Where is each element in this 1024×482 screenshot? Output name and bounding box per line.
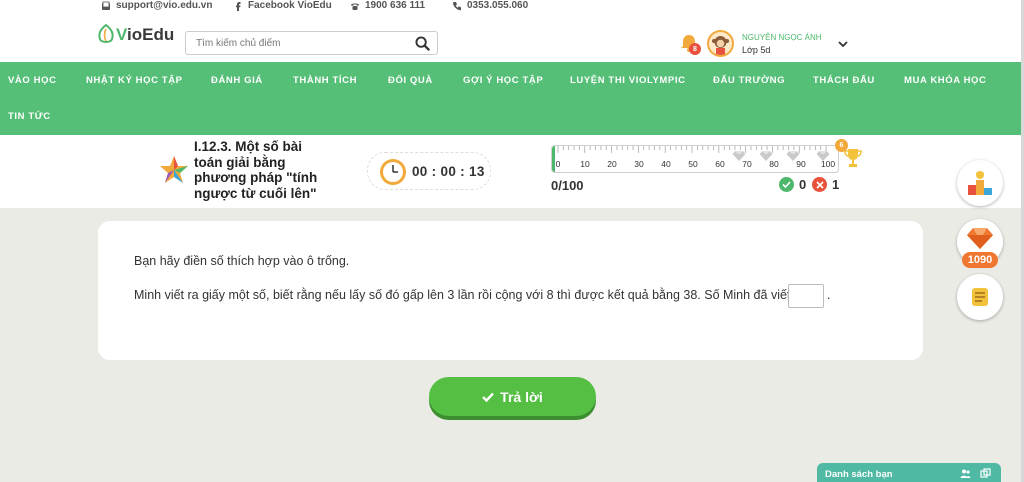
search-input[interactable]	[196, 33, 406, 53]
progress-tick-label: 0	[555, 159, 561, 169]
progress-tick-label: 50	[688, 159, 698, 169]
progress-bar: 6 0 10 20 30 40 50 60 70 80 90 100	[551, 139, 848, 173]
facebook-contact[interactable]: Facebook VioEdu	[233, 0, 332, 11]
nav-item-thach-dau[interactable]: THÁCH ĐẤU	[813, 75, 875, 86]
logo-text: VioEdu	[116, 25, 175, 44]
nav-item-tin-tuc[interactable]: TIN TỨC	[8, 111, 51, 122]
star-icon	[160, 156, 188, 183]
leaf-logo-icon	[98, 23, 114, 43]
main-nav: VÀO HỌC NHẬT KÝ HỌC TẬP ĐÁNH GIÁ THÀNH T…	[0, 62, 1021, 135]
lesson-info-bar: I.12.3. Một số bài toán giải bằng phương…	[0, 135, 1021, 208]
scroll-icon	[972, 288, 988, 306]
friends-list-label: Danh sách bạn	[825, 469, 893, 480]
diamond-icon	[967, 228, 993, 249]
progress-tick-label: 10	[580, 159, 590, 169]
notification-badge: 8	[689, 43, 701, 55]
leaderboard-button[interactable]	[957, 160, 1003, 206]
monkey-avatar-icon	[712, 36, 729, 55]
clock-icon	[380, 159, 406, 185]
nav-item-doi-qua[interactable]: ĐỔI QUÀ	[388, 75, 433, 86]
milestone-diamond-icon	[816, 151, 830, 161]
telephone-icon	[351, 3, 359, 10]
progress-tick-label: 30	[634, 159, 644, 169]
nav-item-luyen-thi-violympic[interactable]: LUYỆN THI VIOLYMPIC	[570, 75, 686, 86]
email-contact[interactable]: support@vio.edu.vn	[101, 0, 212, 11]
correct-value: 0	[799, 177, 807, 192]
milestone-diamond-icon	[732, 151, 746, 161]
nav-item-danh-gia[interactable]: ĐÁNH GIÁ	[211, 75, 263, 86]
milestone-diamond-icon	[759, 151, 773, 161]
site-header: VioEdu 8 NGUYỄN NGỌC ÁNH Lớp 5d	[0, 15, 1021, 62]
email-text: support@vio.edu.vn	[116, 0, 213, 11]
submit-label: Trả lời	[500, 388, 543, 405]
nav-item-mua-khoa-hoc[interactable]: MUA KHÓA HỌC	[904, 75, 987, 86]
progress-tick-label: 40	[661, 159, 671, 169]
contact-bar: support@vio.edu.vn Facebook VioEdu 1900 …	[0, 0, 1021, 15]
diamond-count: 1090	[962, 252, 998, 268]
nav-item-dau-truong[interactable]: ĐẤU TRƯỜNG	[713, 75, 785, 86]
progress-tick-label: 60	[715, 159, 725, 169]
phone-text: 1900 636 111	[365, 0, 426, 11]
question-text: Minh viết ra giấy một số, biết rằng nếu …	[134, 288, 819, 302]
correct-count: 0	[779, 177, 806, 192]
mobile-text: 0353.055.060	[467, 0, 529, 11]
search-icon[interactable]	[415, 36, 430, 51]
expand-window-icon[interactable]	[980, 468, 991, 479]
check-icon	[482, 392, 495, 402]
wrong-value: 1	[832, 177, 840, 192]
nav-item-vao-hoc[interactable]: VÀO HỌC	[8, 75, 57, 86]
question-instruction: Bạn hãy điền số thích hợp vào ô trống.	[134, 254, 350, 268]
lesson-title: I.12.3. Một số bài toán giải bằng phương…	[194, 139, 318, 201]
users-icon[interactable]	[960, 468, 971, 479]
user-class: Lớp 5d	[742, 45, 771, 55]
tasks-button[interactable]	[957, 274, 1003, 320]
vioedu-logo[interactable]: VioEdu	[96, 23, 174, 45]
timer-value: 00 : 00 : 13	[412, 164, 485, 179]
x-circle-icon	[812, 177, 827, 192]
answer-input[interactable]	[788, 284, 824, 308]
progress-tick-label: 20	[607, 159, 617, 169]
facebook-text: Facebook VioEdu	[248, 0, 332, 11]
timer: 00 : 00 : 13	[367, 152, 491, 190]
phone-contact[interactable]: 1900 636 111	[350, 0, 425, 11]
chevron-down-icon[interactable]	[837, 38, 849, 50]
search-box[interactable]	[185, 31, 438, 55]
mobile-contact[interactable]: 0353.055.060	[452, 0, 528, 11]
call-icon	[453, 1, 461, 10]
friends-list-tab[interactable]: Danh sách bạn	[817, 463, 1001, 482]
milestone-diamond-icon	[786, 151, 800, 161]
check-circle-icon	[779, 177, 794, 192]
podium-icon	[968, 171, 992, 195]
question-card: Bạn hãy điền số thích hợp vào ô trống. M…	[98, 221, 923, 360]
nav-item-goi-y-hoc-tap[interactable]: GỢI Ý HỌC TẬP	[463, 75, 543, 86]
facebook-icon	[236, 1, 241, 11]
question-suffix: .	[827, 288, 831, 302]
user-name[interactable]: NGUYỄN NGỌC ÁNH	[742, 33, 822, 42]
trophy-icon	[844, 149, 862, 167]
nav-item-thanh-tich[interactable]: THÀNH TÍCH	[293, 75, 357, 86]
nav-item-nhat-ky-hoc-tap[interactable]: NHẬT KÝ HỌC TẬP	[86, 75, 183, 86]
email-icon	[102, 1, 110, 10]
score: 0/100	[551, 178, 584, 193]
diamond-button[interactable]: 1090	[957, 219, 1003, 268]
wrong-count: 1	[812, 177, 839, 192]
submit-answer-button[interactable]: Trả lời	[429, 377, 596, 416]
avatar[interactable]	[707, 30, 734, 57]
notification-button[interactable]: 8	[679, 33, 701, 57]
